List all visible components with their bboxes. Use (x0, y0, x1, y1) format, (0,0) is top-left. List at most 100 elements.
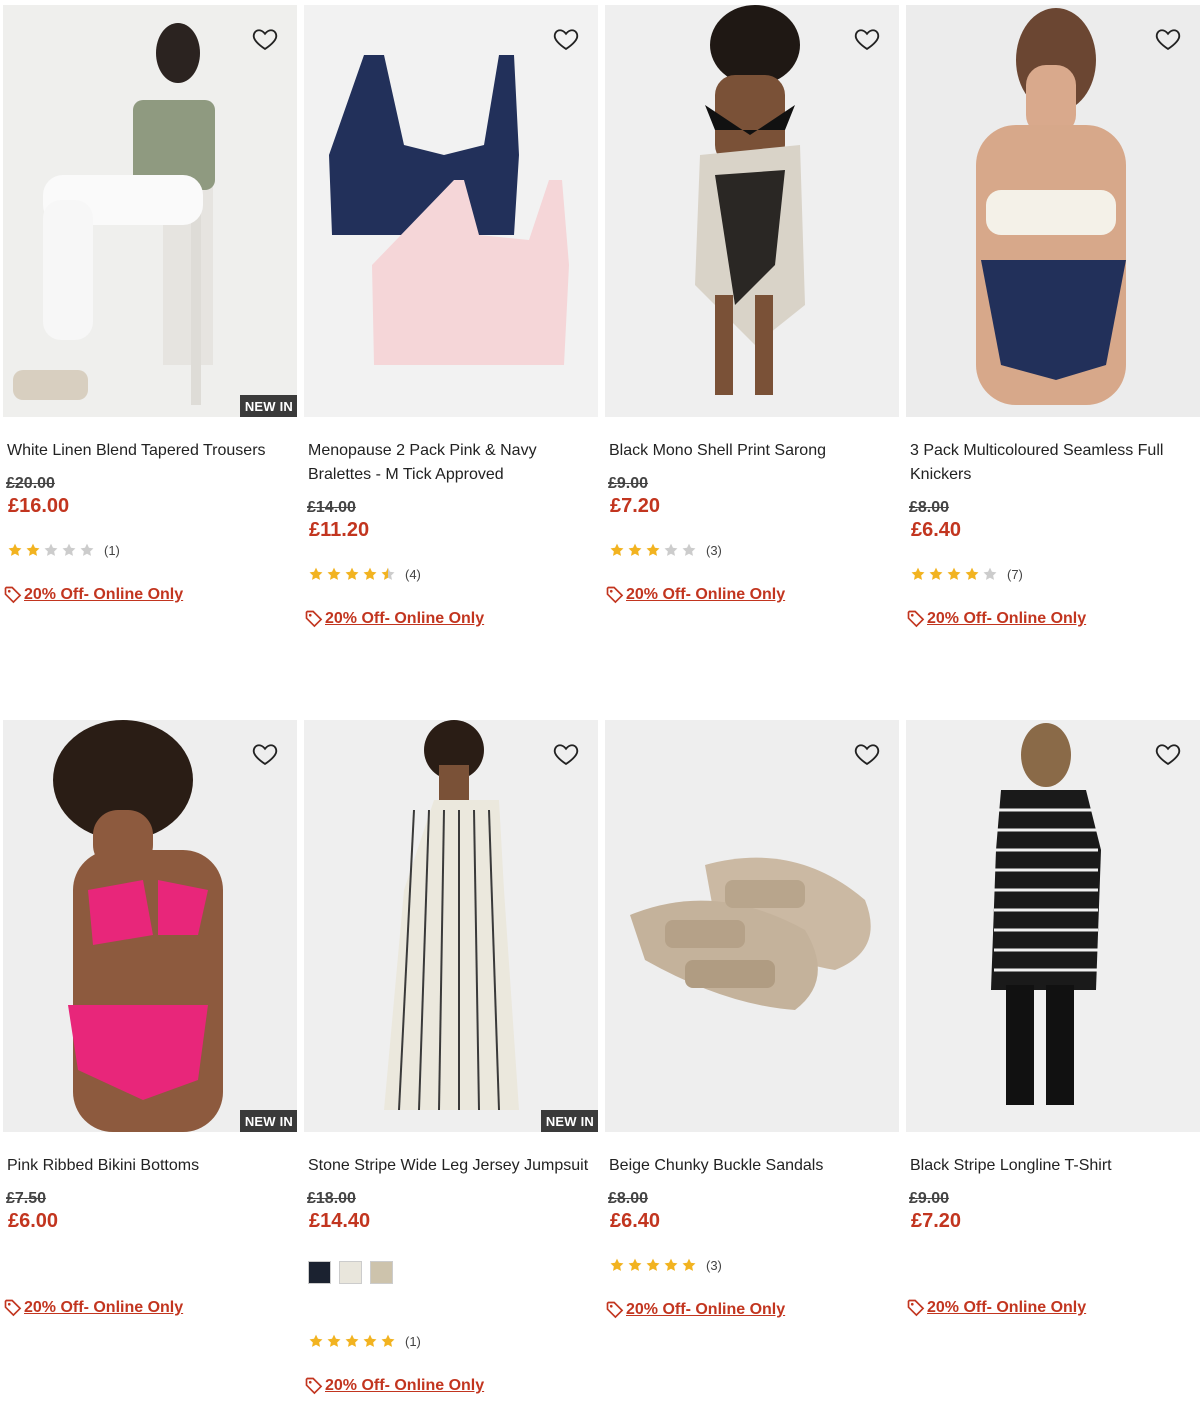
star-icon (44, 543, 58, 556)
promo-label: 20% Off- Online Only (325, 610, 485, 627)
product-image[interactable]: NEW IN (3, 720, 297, 1132)
sale-price: £16.00 (8, 495, 70, 517)
star-icon (610, 1258, 624, 1271)
star-icon (664, 1258, 678, 1271)
star-icon (646, 1258, 660, 1271)
promo-link[interactable]: 20% Off- Online Only (605, 1299, 899, 1321)
star-icon (363, 1334, 377, 1347)
product-card[interactable]: Beige Chunky Buckle Sandals £8.00 £6.40 … (605, 720, 899, 1321)
star-icon (983, 567, 997, 580)
star-icon (363, 567, 377, 580)
product-card[interactable]: Black Stripe Longline T-Shirt £9.00 £7.2… (906, 720, 1200, 1319)
promo-label: 20% Off- Online Only (24, 1299, 184, 1316)
product-image[interactable] (605, 720, 899, 1132)
promo-link[interactable]: 20% Off- Online Only (3, 1297, 297, 1319)
heart-outline-icon[interactable] (1154, 25, 1182, 53)
product-title[interactable]: Menopause 2 Pack Pink & Navy Bralettes -… (308, 439, 598, 487)
product-card[interactable]: Menopause 2 Pack Pink & Navy Bralettes -… (304, 5, 598, 630)
product-image[interactable]: NEW IN (3, 5, 297, 417)
star-icon (345, 1334, 359, 1347)
promo-link[interactable]: 20% Off- Online Only (906, 608, 1200, 630)
was-price: £9.00 (909, 1190, 950, 1207)
product-card[interactable]: Black Mono Shell Print Sarong £9.00 £7.2… (605, 5, 899, 606)
star-icon (628, 1258, 642, 1271)
product-image[interactable] (304, 5, 598, 417)
star-rating (609, 541, 699, 559)
heart-outline-icon[interactable] (251, 740, 279, 768)
promo-link[interactable]: 20% Off- Online Only (304, 1375, 598, 1397)
heart-outline-icon[interactable] (552, 740, 580, 768)
star-icon (345, 567, 359, 580)
promo-label: 20% Off- Online Only (626, 1301, 786, 1318)
star-icon (80, 543, 94, 556)
colour-swatch-white[interactable] (339, 1261, 362, 1284)
star-icon (682, 1258, 696, 1271)
heart-outline-icon[interactable] (853, 740, 881, 768)
promo-link[interactable]: 20% Off- Online Only (304, 608, 598, 630)
rating[interactable]: (3) (609, 540, 899, 560)
star-icon (8, 543, 22, 556)
star-icon (628, 543, 642, 556)
new-in-badge: NEW IN (540, 1110, 598, 1132)
was-price: £7.50 (6, 1190, 47, 1207)
heart-outline-icon[interactable] (853, 25, 881, 53)
rating[interactable]: (1) (308, 1331, 598, 1351)
product-photo (3, 720, 297, 1132)
star-icon (965, 567, 979, 580)
was-price: £14.00 (307, 499, 356, 516)
promo-label: 20% Off- Online Only (325, 1377, 485, 1394)
promo-label: 20% Off- Online Only (24, 586, 184, 603)
rating[interactable]: (4) (308, 564, 598, 584)
product-photo (605, 5, 899, 417)
review-count: (1) (104, 542, 120, 558)
product-image[interactable] (906, 5, 1200, 417)
product-photo (304, 5, 598, 417)
promo-label: 20% Off- Online Only (927, 1299, 1087, 1316)
review-count: (7) (1007, 566, 1023, 582)
star-icon (309, 1334, 323, 1347)
heart-outline-icon[interactable] (552, 25, 580, 53)
star-icon (26, 543, 40, 556)
product-card[interactable]: NEW IN Pink Ribbed Bikini Bottoms £7.50 … (3, 720, 297, 1319)
price-tag-icon (305, 610, 323, 628)
rating[interactable]: (1) (7, 540, 297, 560)
star-icon (682, 543, 696, 556)
product-title[interactable]: 3 Pack Multicoloured Seamless Full Knick… (910, 439, 1200, 487)
was-price: £18.00 (307, 1190, 356, 1207)
star-icon (381, 567, 395, 580)
product-card[interactable]: NEW IN White Linen Blend Tapered Trouser… (3, 5, 297, 606)
promo-link[interactable]: 20% Off- Online Only (605, 584, 899, 606)
product-card[interactable]: 3 Pack Multicoloured Seamless Full Knick… (906, 5, 1200, 630)
rating[interactable]: (3) (609, 1255, 899, 1275)
price-tag-icon (4, 1299, 22, 1317)
price-tag-icon (4, 586, 22, 604)
star-icon (646, 543, 660, 556)
star-rating (7, 541, 97, 559)
sale-price: £6.40 (610, 1210, 661, 1232)
promo-link[interactable]: 20% Off- Online Only (906, 1297, 1200, 1319)
star-icon (327, 567, 341, 580)
product-card[interactable]: NEW IN Stone Stripe Wide Leg Jersey Jump… (304, 720, 598, 1397)
review-count: (4) (405, 566, 421, 582)
review-count: (3) (706, 1257, 722, 1273)
star-icon (381, 1334, 395, 1347)
star-rating (910, 565, 1000, 583)
promo-label: 20% Off- Online Only (927, 610, 1087, 627)
promo-label: 20% Off- Online Only (626, 586, 786, 603)
star-rating (308, 565, 398, 583)
colour-swatch-stone[interactable] (370, 1261, 393, 1284)
price-tag-icon (907, 610, 925, 628)
product-image[interactable] (605, 5, 899, 417)
product-image[interactable] (906, 720, 1200, 1132)
colour-swatch-navy[interactable] (308, 1261, 331, 1284)
product-photo (304, 720, 598, 1132)
heart-outline-icon[interactable] (251, 25, 279, 53)
heart-outline-icon[interactable] (1154, 740, 1182, 768)
promo-link[interactable]: 20% Off- Online Only (3, 584, 297, 606)
rating[interactable]: (7) (910, 564, 1200, 584)
price-tag-icon (305, 1377, 323, 1395)
star-icon (664, 543, 678, 556)
new-in-badge: NEW IN (239, 395, 297, 417)
product-image[interactable]: NEW IN (304, 720, 598, 1132)
product-photo (906, 720, 1200, 1132)
